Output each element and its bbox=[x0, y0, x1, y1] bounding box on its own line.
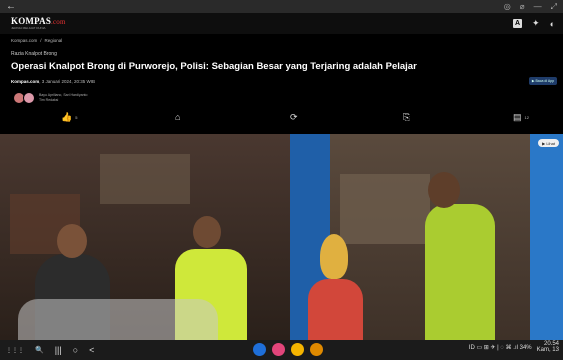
shelf-items bbox=[100, 154, 190, 204]
breadcrumb-regional[interactable]: Regional bbox=[45, 38, 63, 43]
officer-right-face bbox=[428, 172, 460, 208]
sparkle-icon[interactable]: ✦ bbox=[532, 18, 540, 29]
author-avatar bbox=[23, 92, 35, 104]
dark-mode-icon[interactable]: ◐ bbox=[550, 19, 555, 29]
app-icon-chrome[interactable] bbox=[291, 343, 304, 356]
apps-grid-icon[interactable]: ⋮⋮⋮ bbox=[6, 347, 24, 354]
logo-tagline: JERNIH MELIHAT DUNIA bbox=[11, 26, 46, 30]
officer-right-vest bbox=[425, 204, 495, 340]
recent-apps-icon[interactable]: ||| bbox=[55, 345, 62, 355]
spare-parts-rack bbox=[340, 174, 430, 244]
search-icon[interactable]: 🔍 bbox=[35, 346, 44, 354]
open-app-button[interactable]: ▶ Baca di App bbox=[529, 77, 557, 85]
comment-button[interactable]: ▤ 12 bbox=[513, 112, 529, 123]
site-header: KOMPAS.com JERNIH MELIHAT DUNIA A ✦ ◐ bbox=[0, 13, 563, 34]
clock[interactable]: 20.54 Kam, 13 bbox=[537, 341, 559, 354]
motorcycle bbox=[18, 299, 218, 340]
taskbar: ⋮⋮⋮ 🔍 ||| ○ < ID ▭ ⊞ ✈ | ◌ ⌘ .ıl 34% 20.… bbox=[0, 340, 563, 360]
window-controls: ◎ ⌀ — ⤢ bbox=[504, 2, 557, 12]
article-kicker[interactable]: Razia Knalpot Brong bbox=[11, 51, 57, 57]
bookmark-icon: ⎘ bbox=[403, 112, 411, 122]
article-header: Kompas.com / Regional Razia Knalpot Brong … bbox=[0, 34, 563, 134]
kompas-logo[interactable]: KOMPAS.com JERNIH MELIHAT DUNIA bbox=[11, 17, 66, 30]
comment-icon: ▤ bbox=[513, 112, 522, 122]
expand-icon[interactable]: ⤢ bbox=[551, 2, 557, 12]
officer-face bbox=[193, 216, 221, 248]
blue-column bbox=[530, 134, 563, 340]
bookmark-button[interactable]: ⎘ bbox=[403, 112, 410, 123]
cast-icon[interactable]: ◎ bbox=[504, 2, 511, 12]
app-icon-flower[interactable] bbox=[272, 343, 285, 356]
clock-date: Kam, 13 bbox=[536, 347, 559, 354]
breadcrumb-home[interactable]: Kompas.com bbox=[11, 38, 37, 43]
comment-count: 12 bbox=[524, 115, 529, 120]
status-icons[interactable]: ID ▭ ⊞ ✈ | ◌ ⌘ .ıl 34% bbox=[469, 344, 532, 351]
editor-team: Tim Redaksi bbox=[39, 98, 59, 102]
text-size-icon[interactable]: A bbox=[513, 19, 523, 28]
article-photo[interactable]: ▶ Lihat bbox=[0, 134, 563, 340]
photo-badge[interactable]: ▶ Lihat bbox=[538, 139, 559, 147]
like-count: 5 bbox=[75, 115, 78, 120]
man-face bbox=[57, 224, 87, 258]
thumbs-up-icon: 👍 bbox=[61, 112, 73, 122]
logo-suffix: .com bbox=[51, 18, 66, 26]
woman-hijab bbox=[320, 234, 348, 279]
breadcrumb: Kompas.com / Regional bbox=[11, 38, 63, 43]
article-headline: Operasi Knalpot Brong di Purworejo, Poli… bbox=[11, 61, 417, 72]
pinned-apps bbox=[253, 343, 323, 356]
article-date: , 3 Januari 2024, 20:35 WIB bbox=[39, 79, 96, 84]
share-icon: ⟳ bbox=[290, 112, 298, 122]
tag-button[interactable]: ⌂ bbox=[175, 112, 180, 122]
app-icon-folder[interactable] bbox=[310, 343, 323, 356]
like-button[interactable]: 👍 5 bbox=[61, 112, 77, 123]
back-icon[interactable]: < bbox=[89, 345, 94, 355]
tag-icon: ⌂ bbox=[175, 112, 181, 122]
minimize-icon[interactable]: — bbox=[534, 2, 542, 12]
author-block[interactable]: Bayu Apriliano, Sari Hardiyanto Tim Reda… bbox=[13, 92, 87, 104]
app-icon-browser[interactable] bbox=[253, 343, 266, 356]
share-button[interactable]: ⟳ bbox=[290, 112, 298, 123]
pin-icon[interactable]: ⌀ bbox=[520, 2, 525, 12]
system-top-bar: ← ◎ ⌀ — ⤢ bbox=[0, 0, 563, 13]
logo-wordmark: KOMPAS bbox=[11, 16, 52, 26]
article-meta: Kompas.com, 3 Januari 2024, 20:35 WIB bbox=[11, 79, 95, 84]
woman-red-top bbox=[308, 279, 363, 340]
home-icon[interactable]: ○ bbox=[73, 345, 78, 355]
back-arrow-icon[interactable]: ← bbox=[6, 1, 16, 12]
article-action-bar: 👍 5 ⌂ ⟳ ⎘ ▤ 12 bbox=[0, 112, 563, 126]
article-source: Kompas.com bbox=[11, 79, 40, 84]
